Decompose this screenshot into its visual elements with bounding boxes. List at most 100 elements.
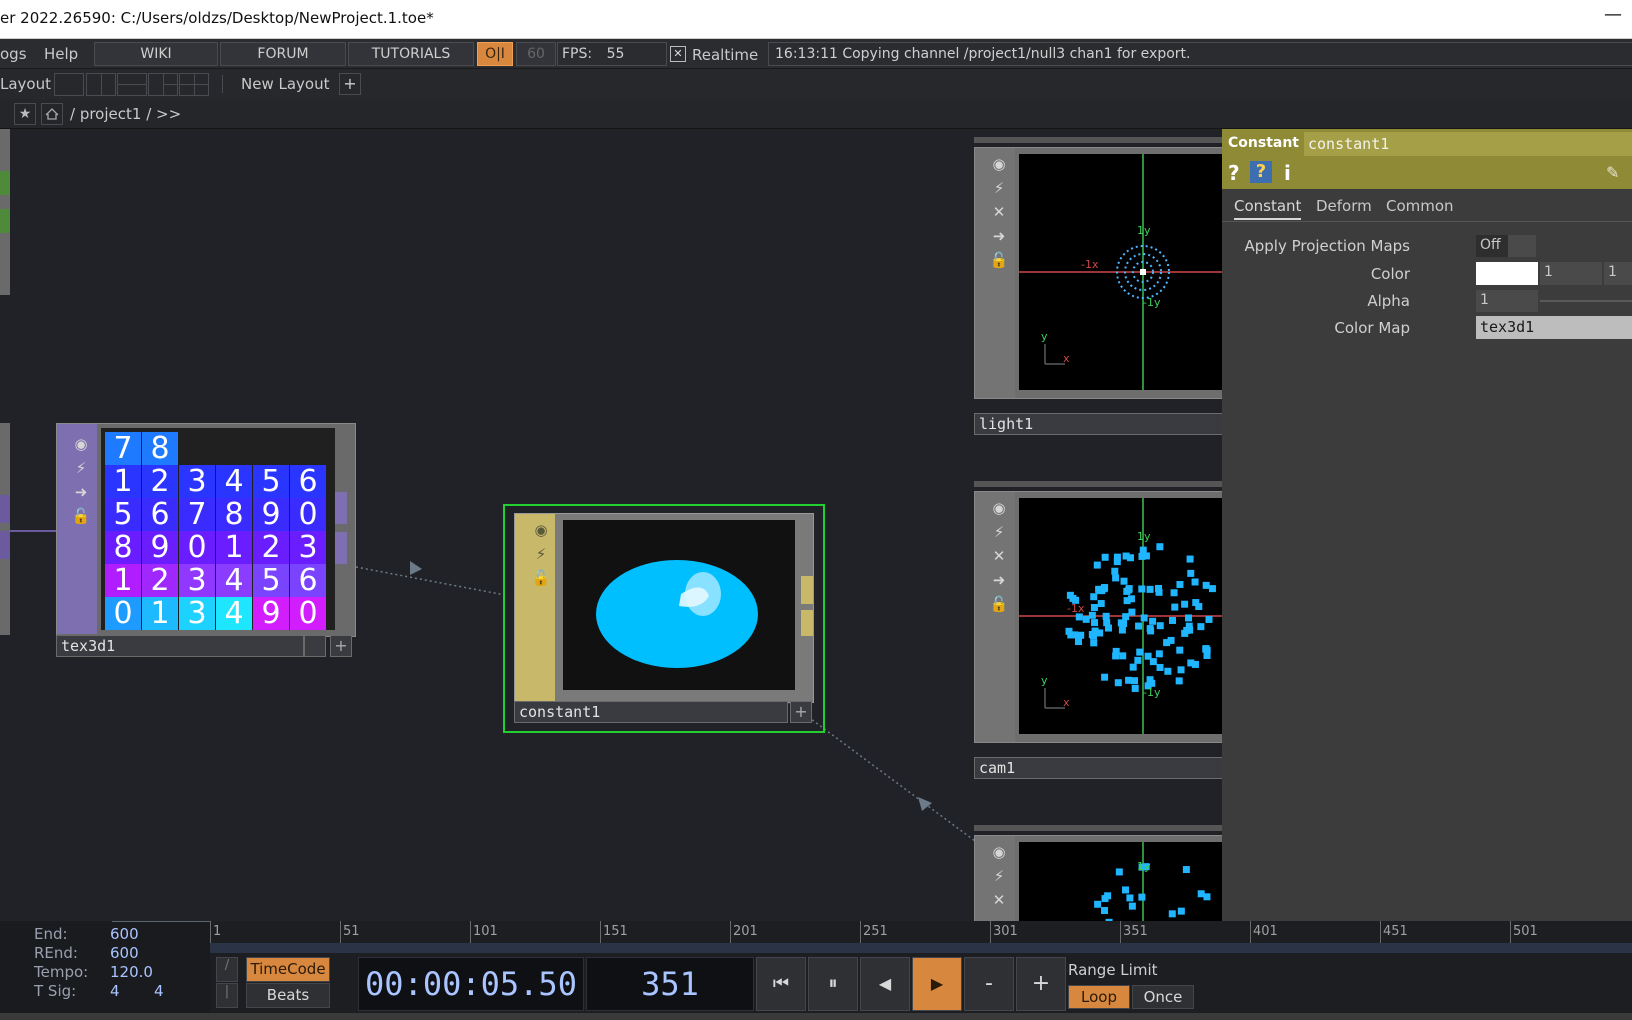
edit-pencil-icon[interactable]: ✎ [1606, 163, 1619, 182]
bypass-icon[interactable]: ⚡ [989, 176, 1009, 200]
layout-single-icon[interactable] [54, 73, 84, 96]
constant1-add-icon[interactable]: + [790, 701, 812, 723]
tex3d1-output-connector[interactable] [333, 492, 347, 524]
export-arrow-icon[interactable]: ➜ [989, 568, 1009, 592]
constant1-name-field[interactable]: constant1 [514, 701, 788, 723]
tex3d1-add-icon[interactable]: + [330, 635, 352, 657]
lock-icon[interactable]: 🔓 [71, 504, 91, 528]
bypass-icon[interactable]: ⚡ [989, 520, 1009, 544]
time-ruler[interactable]: 1 51 101 151 201 251 301 351 401 451 501 [210, 921, 1632, 943]
tex3d1-viewer[interactable]: 78123456567890890123123456013490 [101, 428, 335, 630]
step-minus-button[interactable]: - [964, 957, 1014, 1011]
timecode-button[interactable]: TimeCode [246, 957, 330, 982]
play-button[interactable]: ▶ [912, 957, 962, 1011]
bypass-icon[interactable]: ⚡ [71, 456, 91, 480]
layout-quad-icon[interactable] [179, 73, 209, 96]
home-icon[interactable] [41, 103, 63, 125]
cam1-name-field[interactable]: cam1 [974, 757, 1222, 779]
apply-projection-maps-toggle[interactable]: Off [1476, 235, 1508, 257]
end-value[interactable]: 600 [110, 925, 139, 943]
tex3d1-output-connector[interactable] [333, 532, 347, 564]
step-plus-button[interactable]: + [1016, 957, 1066, 1011]
export-arrow-icon[interactable]: ➜ [71, 480, 91, 504]
menu-dialogs[interactable]: ogs [0, 45, 27, 63]
apply-projection-maps-switch[interactable] [1508, 235, 1536, 257]
timeline-bar-toggle[interactable]: | [216, 983, 238, 1008]
lock-icon[interactable]: 🔓 [531, 566, 551, 590]
export-arrow-icon[interactable]: ➜ [989, 224, 1009, 248]
color-b-field[interactable]: 1 [1604, 262, 1632, 285]
eye-icon[interactable]: ◉ [71, 432, 91, 456]
light1-viewer[interactable]: 1y -1x -1y y x [1019, 154, 1222, 390]
constant1-output-connector[interactable] [801, 576, 813, 604]
frame-display[interactable]: 351 [586, 957, 754, 1011]
layout-split-vertical-icon[interactable] [86, 73, 116, 96]
eye-icon[interactable]: ◉ [989, 152, 1009, 176]
op-name-field[interactable]: constant1 [1304, 132, 1632, 156]
add-layout-button[interactable]: + [339, 73, 361, 95]
network-path[interactable]: / project1 / >> [70, 105, 181, 123]
tab-common[interactable]: Common [1386, 197, 1454, 215]
third-node-viewer[interactable]: 1y [1019, 842, 1222, 921]
star-icon[interactable]: ★ [14, 103, 36, 125]
layout-split-horizontal-icon[interactable] [117, 73, 147, 96]
timecode-display[interactable]: 00:00:05.50 [358, 957, 584, 1011]
help-icon[interactable]: ? [1228, 161, 1240, 185]
tutorials-button[interactable]: TUTORIALS [348, 42, 474, 66]
color-map-field[interactable]: tex3d1 [1476, 316, 1632, 339]
step-back-button[interactable]: ◀ [860, 957, 910, 1011]
tempo-value[interactable]: 120.0 [110, 963, 153, 981]
once-button[interactable]: Once [1132, 985, 1194, 1009]
alpha-slider[interactable] [1540, 300, 1632, 302]
eye-icon[interactable]: ◉ [531, 518, 551, 542]
time-range-bar[interactable] [210, 943, 1632, 953]
new-layout-button[interactable]: New Layout [241, 75, 329, 93]
color-g-field[interactable]: 1 [1540, 262, 1602, 285]
network-editor[interactable]: ◉ ⚡ ➜ 🔓 78123456567890890123123456013490… [0, 129, 1222, 921]
python-help-icon[interactable]: ? [1250, 161, 1272, 183]
rend-value[interactable]: 600 [110, 944, 139, 962]
menu-help[interactable]: Help [44, 45, 78, 63]
color-swatch[interactable] [1476, 262, 1538, 285]
close-icon[interactable]: ✕ [989, 200, 1009, 224]
tab-deform[interactable]: Deform [1316, 197, 1372, 215]
pause-button[interactable]: ⏸ [808, 957, 858, 1011]
constant1-viewer[interactable] [563, 520, 795, 690]
timeline-slash-toggle[interactable]: / [216, 957, 238, 982]
lock-icon[interactable]: 🔓 [989, 592, 1009, 616]
jump-to-start-button[interactable]: ⏮ [756, 957, 806, 1011]
layout-three-pane-icon[interactable] [148, 73, 178, 96]
tab-constant[interactable]: Constant [1234, 197, 1302, 220]
eye-icon[interactable]: ◉ [989, 496, 1009, 520]
tex3d1-viewer-flag[interactable] [304, 635, 326, 657]
wiki-button[interactable]: WIKI [94, 42, 218, 66]
realtime-checkbox[interactable]: ✕ [670, 46, 686, 62]
cam1-node[interactable]: ◉ ⚡ ✕ ➜ 🔓 1y -1x -1y y x [974, 491, 1222, 743]
tex3d1-node[interactable]: ◉ ⚡ ➜ 🔓 78123456567890890123123456013490 [56, 423, 356, 637]
third-node[interactable]: ◉ ⚡ ✕ 1y [974, 835, 1222, 921]
minimize-button[interactable]: — [1604, 4, 1622, 25]
info-icon[interactable]: i [1284, 161, 1291, 185]
constant1-output-connector[interactable] [801, 610, 813, 636]
tsig-numerator[interactable]: 4 [110, 982, 120, 1000]
oi-button[interactable]: O|I [477, 42, 513, 66]
tex3d1-name-field[interactable]: tex3d1 [56, 635, 304, 657]
light1-name-field[interactable]: light1 [974, 413, 1222, 435]
fps-cap-field[interactable]: 60 [516, 42, 556, 66]
forum-button[interactable]: FORUM [220, 42, 346, 66]
tex3d1-viewer-toggle[interactable]: ◉ ⚡ ➜ 🔓 [71, 432, 91, 528]
lock-icon[interactable]: 🔓 [989, 248, 1009, 272]
constant1-node[interactable]: ◉ ⚡ 🔓 [514, 513, 814, 703]
eye-icon[interactable]: ◉ [989, 840, 1009, 864]
beats-button[interactable]: Beats [246, 983, 330, 1008]
alpha-field[interactable]: 1 [1476, 290, 1538, 312]
light1-node[interactable]: ◉ ⚡ ✕ ➜ 🔓 1y -1x -1y y x [974, 147, 1222, 399]
point-marker [1139, 546, 1147, 554]
tsig-denominator[interactable]: 4 [154, 982, 164, 1000]
bypass-icon[interactable]: ⚡ [531, 542, 551, 566]
close-icon[interactable]: ✕ [989, 544, 1009, 568]
cam1-viewer[interactable]: 1y -1x -1y y x [1019, 498, 1222, 734]
bypass-icon[interactable]: ⚡ [989, 864, 1009, 888]
loop-button[interactable]: Loop [1068, 985, 1130, 1009]
close-icon[interactable]: ✕ [989, 888, 1009, 912]
